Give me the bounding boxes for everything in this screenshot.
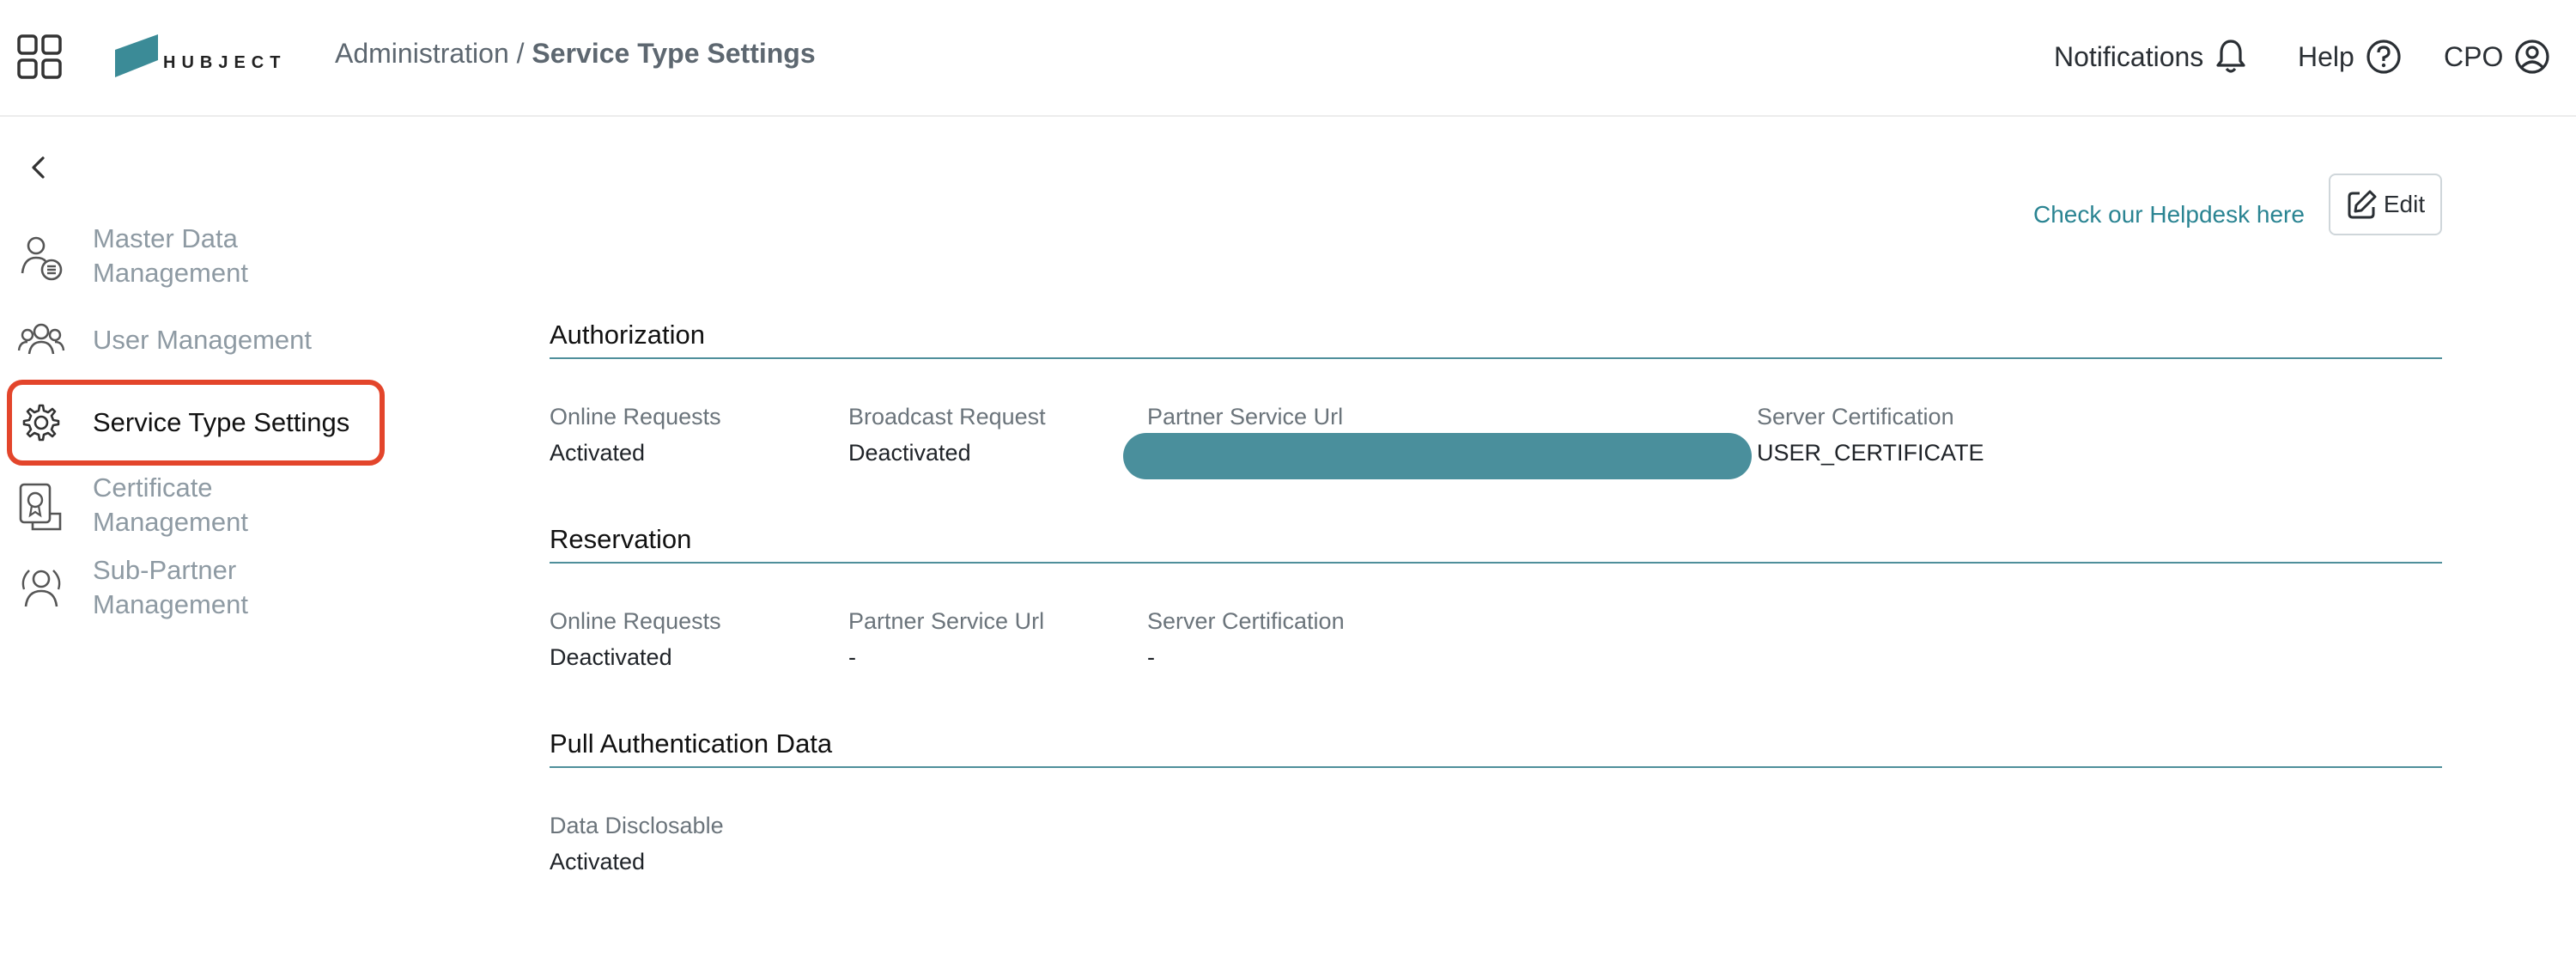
master-data-icon <box>21 236 63 281</box>
edit-button[interactable]: Edit <box>2329 174 2442 235</box>
field-value: Activated <box>550 440 646 466</box>
users-icon <box>17 323 65 355</box>
field-value: - <box>848 644 856 670</box>
edit-icon <box>2348 190 2377 219</box>
user-label: CPO <box>2444 40 2504 72</box>
top-bar: HUBJECT Administration / Service Type Se… <box>0 0 2576 117</box>
redacted-url-value <box>1123 433 1752 479</box>
section-divider <box>550 562 2442 564</box>
question-circle-icon <box>2366 40 2401 74</box>
field-label: Server Certification <box>1757 404 1954 430</box>
breadcrumb-current: Service Type Settings <box>532 38 816 69</box>
sidebar-item-master-data[interactable]: Master Data Management <box>0 222 386 299</box>
field-value: - <box>1147 644 1155 670</box>
field-value: Activated <box>550 849 646 875</box>
field-label: Data Disclosable <box>550 813 724 838</box>
field-label: Broadcast Request <box>848 404 1046 430</box>
field-label: Server Certification <box>1147 608 1345 634</box>
bell-icon <box>2216 40 2245 73</box>
notifications-label: Notifications <box>2054 40 2204 72</box>
sidebar-item-label: Management <box>93 507 248 537</box>
field-value: Deactivated <box>550 644 672 670</box>
section-title-reservation: Reservation <box>550 524 692 554</box>
sidebar-item-label: Management <box>93 589 248 619</box>
apps-grid-icon[interactable] <box>17 34 62 79</box>
chevron-left-icon[interactable] <box>26 155 52 180</box>
edit-label: Edit <box>2383 191 2426 217</box>
section-divider <box>550 766 2442 768</box>
section-divider <box>550 357 2442 359</box>
certificate-icon <box>19 483 62 531</box>
breadcrumb-separator: / <box>508 38 532 69</box>
sidebar-item-label: Service Type Settings <box>93 407 350 437</box>
section-title-authorization: Authorization <box>550 320 705 350</box>
helpdesk-link[interactable]: Check our Helpdesk here <box>2033 201 2305 229</box>
gear-icon <box>22 404 60 442</box>
field-value: Deactivated <box>848 440 971 466</box>
sub-partner-icon <box>21 570 61 607</box>
field-value: USER_CERTIFICATE <box>1757 440 1984 466</box>
field-label: Partner Service Url <box>1147 404 1344 430</box>
sidebar-item-label: Management <box>93 258 248 288</box>
section-title-pull-authentication: Pull Authentication Data <box>550 728 833 759</box>
field-label: Online Requests <box>550 608 721 634</box>
hubject-logo-text: HUBJECT <box>163 53 287 72</box>
sidebar-item-label: Sub-Partner <box>93 555 237 585</box>
breadcrumb: Administration / Service Type Settings <box>335 38 816 70</box>
sidebar-item-user-management[interactable]: User Management <box>0 318 386 361</box>
field-label: Partner Service Url <box>848 608 1045 634</box>
sidebar-item-certificate-management[interactable]: Certificate Management <box>0 471 386 548</box>
sidebar-item-label: Master Data <box>93 223 238 253</box>
help-label: Help <box>2298 40 2354 72</box>
user-menu-button[interactable]: CPO <box>2444 34 2551 79</box>
sidebar-item-service-type-settings[interactable]: Service Type Settings <box>0 399 386 447</box>
sidebar-item-label: User Management <box>93 325 313 355</box>
sidebar-item-sub-partner-management[interactable]: Sub-Partner Management <box>0 553 386 631</box>
field-label: Online Requests <box>550 404 721 430</box>
user-circle-icon <box>2515 40 2549 74</box>
notifications-button[interactable]: Notifications <box>2054 34 2248 79</box>
help-button[interactable]: Help <box>2298 34 2403 79</box>
breadcrumb-parent[interactable]: Administration <box>335 38 509 69</box>
sidebar-item-label: Certificate <box>93 472 213 503</box>
